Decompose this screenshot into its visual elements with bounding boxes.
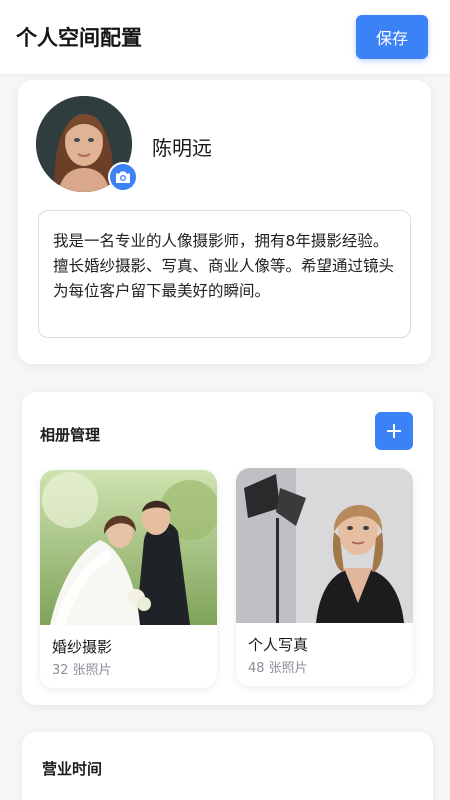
- album-name: 婚纱摄影: [52, 638, 113, 656]
- plus-icon: [387, 424, 401, 438]
- top-bar: 个人空间配置 保存: [0, 0, 450, 74]
- album-cover-portrait: [236, 468, 413, 623]
- album-count: 32 张照片: [52, 663, 112, 678]
- album-card: 相册管理 婚纱摄影 32 张照片 个人写真 48 张照片: [22, 392, 433, 705]
- album-name: 个人写真: [248, 636, 309, 654]
- save-button[interactable]: 保存: [356, 15, 428, 59]
- add-album-button[interactable]: [375, 412, 413, 450]
- page-title: 个人空间配置: [16, 26, 142, 50]
- business-hours-title: 营业时间: [42, 760, 103, 778]
- profile-card: 陈明远 我是一名专业的人像摄影师，拥有8年摄影经验。擅长婚纱摄影、写真、商业人像…: [18, 80, 431, 364]
- album-count: 48 张照片: [248, 661, 308, 676]
- album-item-portrait[interactable]: 个人写真 48 张照片: [236, 468, 413, 686]
- profile-name: 陈明远: [152, 136, 212, 160]
- change-avatar-button[interactable]: [108, 162, 138, 192]
- album-cover-wedding: [40, 470, 217, 625]
- album-section-title: 相册管理: [40, 426, 101, 444]
- bio-textarea[interactable]: 我是一名专业的人像摄影师，拥有8年摄影经验。擅长婚纱摄影、写真、商业人像等。希望…: [38, 210, 411, 338]
- album-item-wedding[interactable]: 婚纱摄影 32 张照片: [40, 470, 217, 688]
- camera-icon: [116, 171, 130, 183]
- business-hours-card: 营业时间: [22, 732, 433, 800]
- avatar-wrap[interactable]: [36, 96, 138, 192]
